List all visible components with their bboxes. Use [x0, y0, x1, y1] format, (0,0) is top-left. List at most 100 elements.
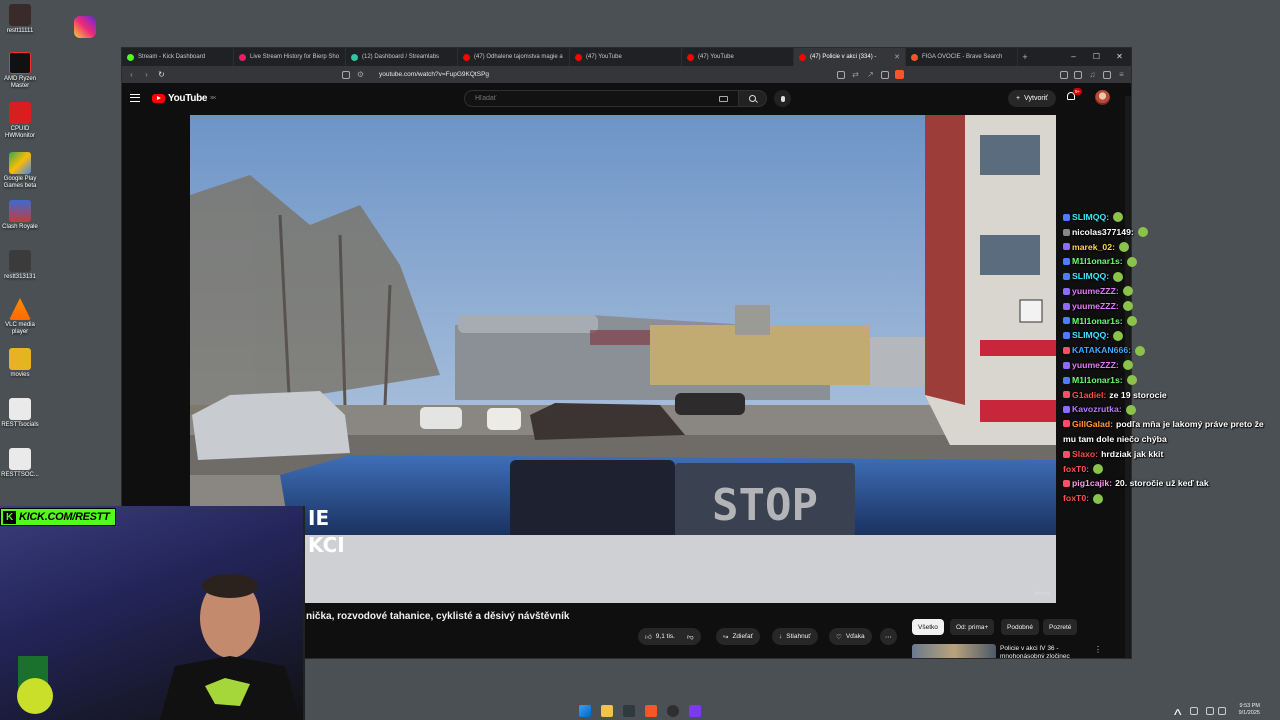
account-avatar[interactable] — [1095, 90, 1110, 105]
thanks-button[interactable]: ♡ Vďaka — [829, 628, 872, 645]
sidebar-icon[interactable] — [1074, 70, 1082, 79]
wallet-icon[interactable] — [881, 70, 889, 79]
share-icon[interactable]: ↗ — [866, 70, 875, 79]
tab-youtube-1[interactable]: (47) YouTube — [570, 48, 682, 66]
chat-username[interactable]: SLIMQQ: — [1072, 328, 1109, 343]
wifi-icon[interactable] — [1206, 707, 1214, 715]
site-info-icon[interactable]: ⚙ — [356, 70, 365, 79]
thanks-icon: ♡ — [836, 633, 842, 641]
system-clock[interactable]: 9:53 PM 9/1/2025 — [1239, 703, 1260, 718]
tray-chevron-icon[interactable]: ^ — [1174, 707, 1182, 720]
desktop-icon-5[interactable]: Clash Royale — [0, 200, 40, 231]
chip-from-prima[interactable]: Od: prima+ — [950, 619, 995, 635]
desktop-icon-10[interactable]: RESTTSOC... — [0, 448, 40, 479]
more-actions-button[interactable]: ⋯ — [880, 628, 897, 645]
new-tab-button[interactable]: + — [1018, 52, 1032, 62]
chat-username[interactable]: marek_02: — [1072, 240, 1115, 255]
voice-search-button[interactable] — [774, 90, 791, 107]
video-title: nička, rozvodové tahanice, cyklisté a dě… — [306, 611, 570, 622]
desktop-icon-1[interactable]: restt11111 — [0, 4, 40, 35]
chat-username[interactable]: nicolas377149: — [1072, 225, 1134, 240]
chat-username[interactable]: foxT0: — [1063, 462, 1089, 477]
reload-icon[interactable]: ↻ — [157, 70, 166, 79]
chat-username[interactable]: yuumeZZZ: — [1072, 299, 1119, 314]
tab-youtube-2[interactable]: (47) YouTube — [682, 48, 794, 66]
chat-username[interactable]: yuumeZZZ: — [1072, 284, 1119, 299]
cast-icon[interactable] — [837, 70, 845, 79]
tab-policie-v-akci[interactable]: (47) Policie v akci (334) - ✕ — [794, 48, 906, 66]
chat-username[interactable]: pig1cajik: — [1072, 476, 1112, 491]
chat-username[interactable]: G1adiel: — [1072, 388, 1106, 403]
tab-youtube-magie[interactable]: (47) Odhalene tajomstva magie a — [458, 48, 570, 66]
maximize-button[interactable]: ☐ — [1085, 48, 1108, 66]
brave-browser-icon[interactable] — [645, 705, 657, 717]
desktop-icon-6[interactable]: restt313131 — [0, 250, 40, 281]
chat-username[interactable]: foxT0: — [1063, 491, 1089, 506]
keyboard-icon[interactable] — [719, 95, 728, 102]
light-bar-center — [510, 460, 675, 540]
chat-username[interactable]: M1l1onar1s: — [1072, 254, 1123, 269]
tab-brave-search[interactable]: FIGA OVOCIE - Brave Search — [906, 48, 1018, 66]
search-button[interactable] — [739, 90, 767, 107]
region-code: SK — [210, 94, 217, 100]
minimize-button[interactable]: – — [1062, 48, 1085, 66]
recommended-title[interactable]: Policie v akci IV 36 - mnohonásobný zloč… — [1000, 645, 1095, 658]
download-button[interactable]: ↓ Stiahnuť — [772, 628, 818, 645]
chat-username[interactable]: SLIMQQ: — [1072, 210, 1109, 225]
chip-watched[interactable]: Pozreté — [1043, 619, 1078, 635]
bookmark-icon[interactable] — [342, 70, 350, 79]
desktop-icon-8[interactable]: movies — [0, 348, 40, 379]
like-button[interactable]: 👍︎ 9,1 tis. 👎︎ — [638, 628, 701, 645]
chat-username[interactable]: KATAKAN666: — [1072, 343, 1131, 358]
chat-username[interactable]: SLIMQQ: — [1072, 269, 1109, 284]
desktop-icon-label: VLC media player — [5, 322, 35, 335]
hamburger-menu-icon[interactable] — [130, 94, 140, 102]
tray-app-icon[interactable] — [1190, 707, 1198, 715]
forward-icon[interactable]: › — [142, 70, 151, 79]
desktop-icon-4[interactable]: Google Play Games beta — [0, 152, 40, 190]
windows-start-icon[interactable] — [579, 705, 591, 717]
desktop-icon-3[interactable]: CPUID HWMonitor — [0, 102, 40, 140]
chip-all[interactable]: Všetko — [912, 619, 944, 635]
video-player[interactable]: STOP IE KCI prima+ — [190, 115, 1056, 603]
desktop-icon-2[interactable]: AMD Ryzen Master — [0, 52, 40, 90]
file-explorer-icon[interactable] — [601, 705, 613, 717]
tab-kick-dashboard[interactable]: Stream - Kick Dashboard — [122, 48, 234, 66]
terminal-icon[interactable] — [623, 705, 635, 717]
translate-icon[interactable]: ⇄ — [851, 70, 860, 79]
desktop-icon-7[interactable]: VLC media player — [0, 298, 40, 336]
thumbs-down-icon[interactable]: 👎︎ — [687, 633, 694, 641]
recommended-video[interactable]: Policie v akci IV 36 - mnohonásobný zloč… — [912, 644, 1112, 658]
back-icon[interactable]: ‹ — [127, 70, 136, 79]
tab-streamlabs[interactable]: (12) Dashboard / Streamlabs — [346, 48, 458, 66]
menu-icon[interactable]: ≡ — [1117, 70, 1126, 79]
brave-shield-icon[interactable] — [895, 70, 904, 79]
close-window-button[interactable]: ✕ — [1108, 48, 1131, 66]
chat-username[interactable]: GillGalad: — [1072, 419, 1113, 429]
create-button[interactable]: + Vytvoriť — [1008, 90, 1056, 107]
volume-icon[interactable] — [1218, 707, 1226, 715]
search-input[interactable] — [475, 95, 719, 102]
chat-username[interactable]: Slaxo: — [1072, 447, 1098, 462]
streamlabs-icon[interactable] — [689, 705, 701, 717]
clock-time: 9:53 PM — [1239, 703, 1260, 709]
reading-list-icon[interactable] — [1103, 70, 1111, 79]
youtube-logo[interactable]: YouTube SK — [152, 93, 216, 104]
chat-username[interactable]: yuumeZZZ: — [1072, 358, 1119, 373]
chat-username[interactable]: M1l1onar1s: — [1072, 373, 1123, 388]
obs-icon[interactable] — [667, 705, 679, 717]
share-button[interactable]: ↪ Zdieľať — [716, 628, 761, 645]
extensions-icon[interactable] — [1060, 70, 1068, 79]
close-tab-icon[interactable]: ✕ — [894, 53, 900, 61]
instagram-icon[interactable] — [74, 16, 96, 38]
recommended-thumbnail[interactable] — [912, 644, 996, 658]
youtube-icon — [687, 53, 694, 61]
chat-username[interactable]: M1l1onar1s: — [1072, 314, 1123, 329]
tab-stream-history[interactable]: Live Stream History for Bierp Sho — [234, 48, 346, 66]
url-field[interactable]: youtube.com/watch?v=FupG9KQtSPg — [379, 71, 831, 78]
desktop-icon-9[interactable]: RESTTsocials — [0, 398, 40, 429]
media-icon[interactable]: ♫ — [1088, 70, 1097, 79]
more-vert-icon[interactable]: ⋮ — [1094, 645, 1102, 654]
chip-similar[interactable]: Podobné — [1001, 619, 1040, 635]
chat-username[interactable]: Kavozrutka: — [1072, 402, 1122, 417]
